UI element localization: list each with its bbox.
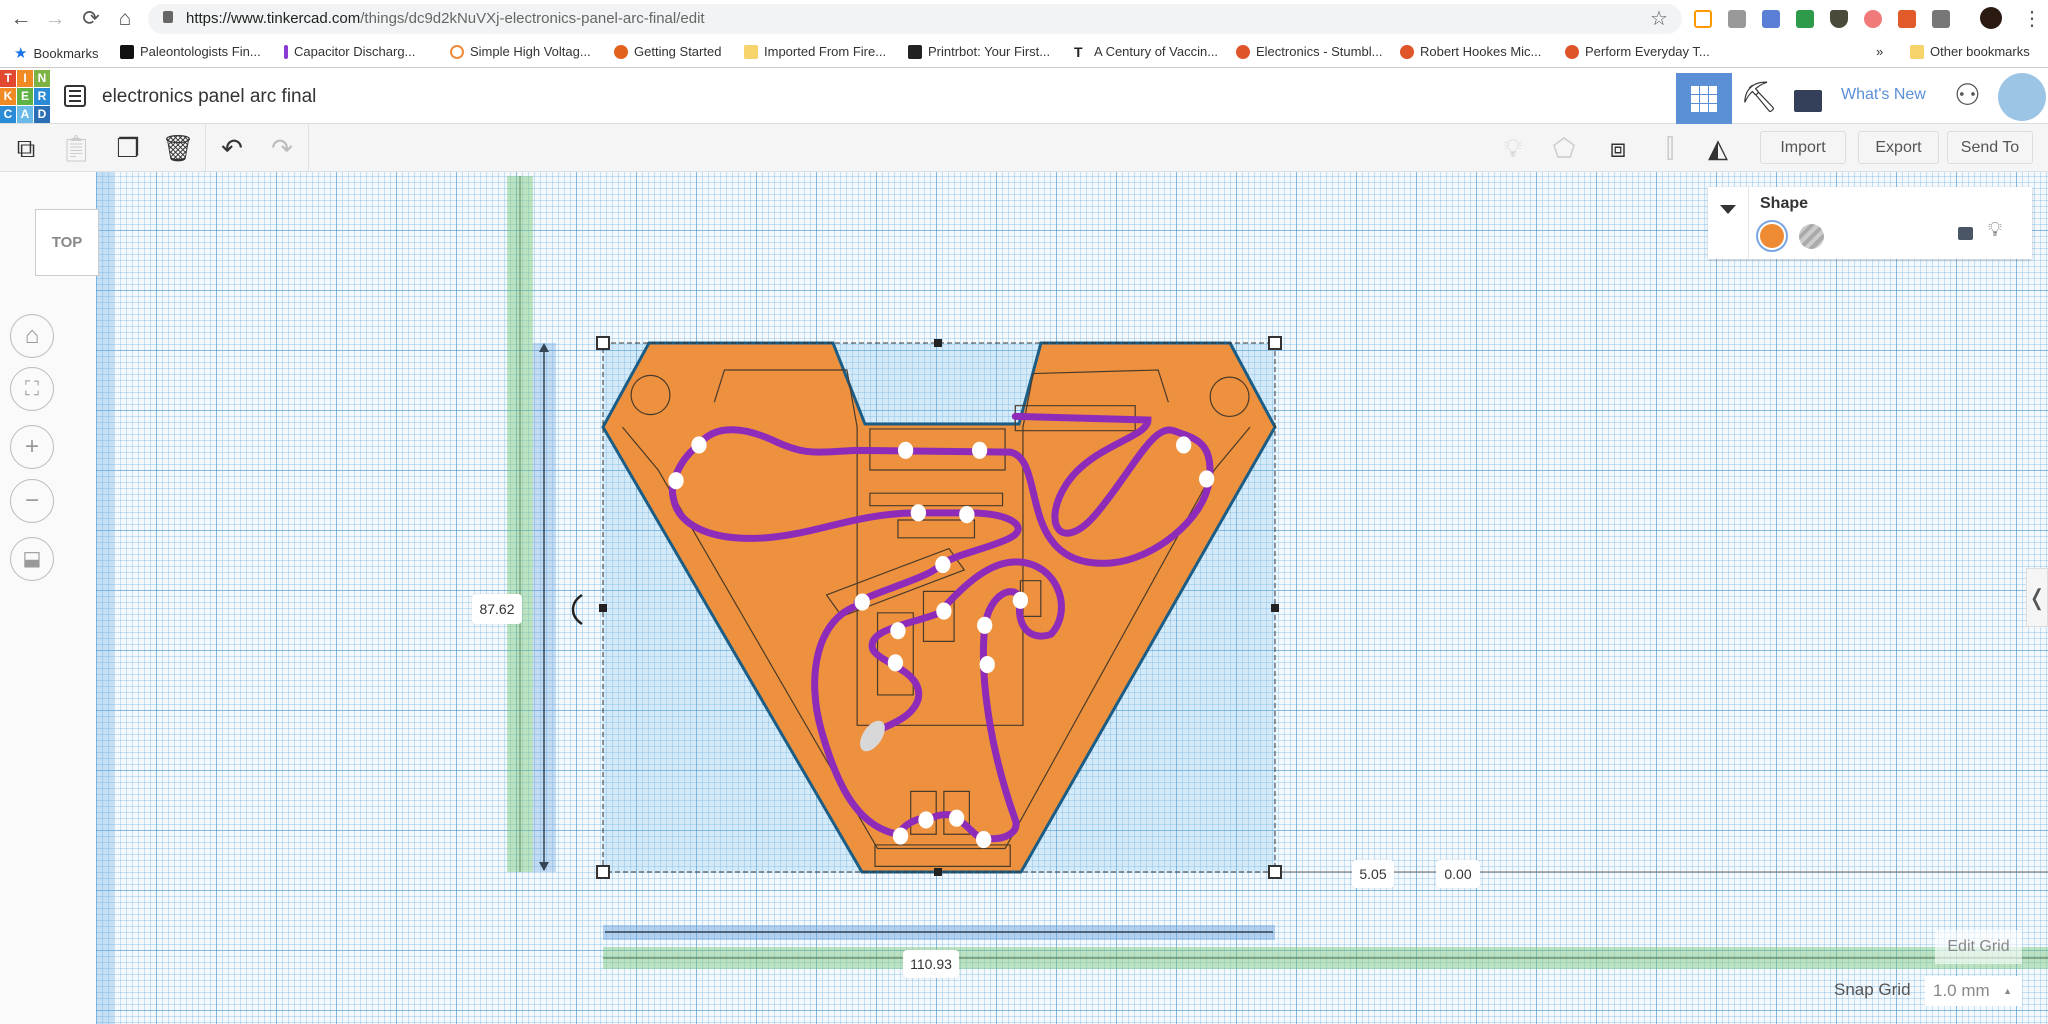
design-scene xyxy=(519,176,2048,959)
lightbulb-icon[interactable]: 💡︎ xyxy=(1988,219,2002,242)
solder-point xyxy=(890,622,906,640)
snap-grid-select[interactable]: 1.0 mm ▲ xyxy=(1925,976,2022,1006)
solder-point xyxy=(668,472,684,490)
corner-handle xyxy=(596,865,610,879)
solder-point xyxy=(979,656,995,674)
edge-handle xyxy=(599,604,607,612)
panel-divider xyxy=(1748,187,1749,259)
snap-grid-value: 1.0 mm xyxy=(1933,981,1990,1000)
height-value-label[interactable]: 87.62 xyxy=(472,594,522,624)
rotate-handle-icon xyxy=(571,593,583,626)
solder-point xyxy=(897,441,914,459)
width-value-label[interactable]: 110.93 xyxy=(903,950,959,978)
solder-point xyxy=(887,654,904,672)
hole-button[interactable] xyxy=(1799,224,1824,249)
arrow-up-icon xyxy=(539,343,549,352)
corner-handle xyxy=(1268,865,1282,879)
solder-point xyxy=(936,602,952,620)
solder-point xyxy=(892,827,909,845)
arrow-down-icon xyxy=(539,862,549,871)
solder-point xyxy=(1198,470,1215,488)
corner-handle xyxy=(1268,336,1282,350)
solder-point xyxy=(910,504,927,522)
solder-point xyxy=(971,441,988,459)
corner-handle xyxy=(596,336,610,350)
edge-handle xyxy=(1271,604,1279,612)
shape-panel-title: Shape xyxy=(1760,195,1809,212)
caret-up-icon: ▲ xyxy=(2003,986,2012,996)
solder-point xyxy=(854,593,870,611)
solid-color-button[interactable] xyxy=(1756,220,1788,252)
solder-point xyxy=(1176,436,1192,454)
solder-point xyxy=(948,809,965,827)
solder-point xyxy=(977,616,993,634)
solder-point xyxy=(935,556,951,574)
elevation-offset-label[interactable]: 5.05 xyxy=(1352,860,1394,888)
edge-handle xyxy=(934,339,942,347)
lock-icon[interactable] xyxy=(1958,227,1973,240)
solder-point xyxy=(1012,591,1029,609)
edit-grid-button[interactable]: Edit Grid xyxy=(1935,930,2022,964)
solder-point xyxy=(918,811,934,829)
elevation-value-label[interactable]: 0.00 xyxy=(1436,860,1480,888)
solder-point xyxy=(691,436,707,454)
shape-inspector: Shape 💡︎ xyxy=(1708,187,2032,259)
collapse-caret-icon[interactable] xyxy=(1720,205,1736,214)
solid-swatch xyxy=(1760,224,1784,248)
panel-expand-tab[interactable]: ❬ xyxy=(2026,568,2048,627)
chevron-left-icon: ❬ xyxy=(2027,585,2047,610)
solder-point xyxy=(976,831,992,849)
solder-point xyxy=(959,506,975,524)
snap-grid-label: Snap Grid xyxy=(1834,980,1911,999)
edge-handle xyxy=(934,868,942,876)
